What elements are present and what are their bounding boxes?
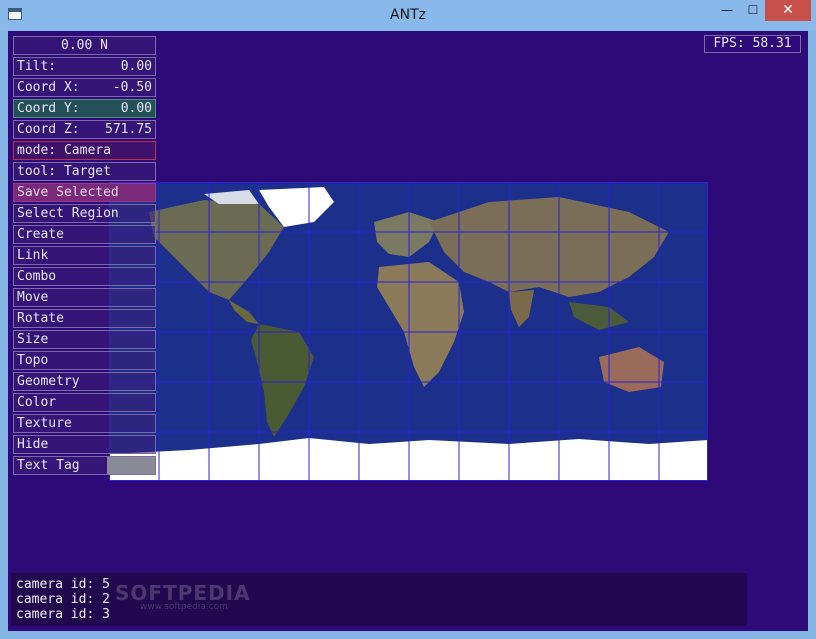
size-button[interactable]: Size (13, 330, 156, 349)
world-map-grid[interactable] (109, 182, 708, 481)
coord-x-label: Coord X: (17, 80, 80, 95)
coord-z-readout[interactable]: Coord Z: 571.75 (13, 120, 156, 139)
create-button[interactable]: Create (13, 225, 156, 244)
gl-viewport[interactable]: 0.00 N Tilt: 0.00 Coord X: -0.50 Coord Y… (8, 31, 808, 631)
coord-y-value: 0.00 (120, 101, 152, 116)
coord-x-readout[interactable]: Coord X: -0.50 (13, 78, 156, 97)
hide-button[interactable]: Hide (13, 435, 156, 454)
coord-z-label: Coord Z: (17, 122, 80, 137)
mode-button[interactable]: mode: Camera (13, 141, 156, 160)
window-title: ANTz (390, 7, 426, 23)
coord-z-value: 571.75 (105, 122, 152, 137)
app-window: ANTz — ☐ ✕ 0.00 N Tilt: 0.00 Coord X: -0… (0, 0, 816, 639)
combo-button[interactable]: Combo (13, 267, 156, 286)
maximize-button[interactable]: ☐ (740, 0, 766, 21)
tilt-label: Tilt: (17, 59, 57, 74)
text-tag-button[interactable]: Text Tag (13, 456, 156, 475)
move-button[interactable]: Move (13, 288, 156, 307)
coord-y-label: Coord Y: (17, 101, 80, 116)
heading-readout[interactable]: 0.00 N (13, 36, 156, 55)
tilt-value: 0.00 (120, 59, 152, 74)
title-bar[interactable]: ANTz — ☐ ✕ (0, 0, 816, 31)
geometry-button[interactable]: Geometry (13, 372, 156, 391)
topo-button[interactable]: Topo (13, 351, 156, 370)
console-line: camera id: 3 (16, 607, 110, 622)
color-button[interactable]: Color (13, 393, 156, 412)
link-button[interactable]: Link (13, 246, 156, 265)
coord-y-readout[interactable]: Coord Y: 0.00 (13, 99, 156, 118)
softpedia-watermark-url: www.softpedia.com (140, 602, 228, 612)
fps-counter: FPS: 58.31 (704, 35, 801, 53)
select-region-button[interactable]: Select Region (13, 204, 156, 223)
tilt-readout[interactable]: Tilt: 0.00 (13, 57, 156, 76)
close-button[interactable]: ✕ (765, 0, 811, 21)
texture-button[interactable]: Texture (13, 414, 156, 433)
minimize-button[interactable]: — (714, 0, 740, 21)
coord-x-value: -0.50 (112, 80, 152, 95)
console-line: camera id: 5 (16, 577, 110, 592)
save-selected-button[interactable]: Save Selected (13, 183, 156, 202)
tool-button[interactable]: tool: Target (13, 162, 156, 181)
console-line: camera id: 2 (16, 592, 110, 607)
hud-panel: 0.00 N Tilt: 0.00 Coord X: -0.50 Coord Y… (13, 36, 156, 477)
rotate-button[interactable]: Rotate (13, 309, 156, 328)
